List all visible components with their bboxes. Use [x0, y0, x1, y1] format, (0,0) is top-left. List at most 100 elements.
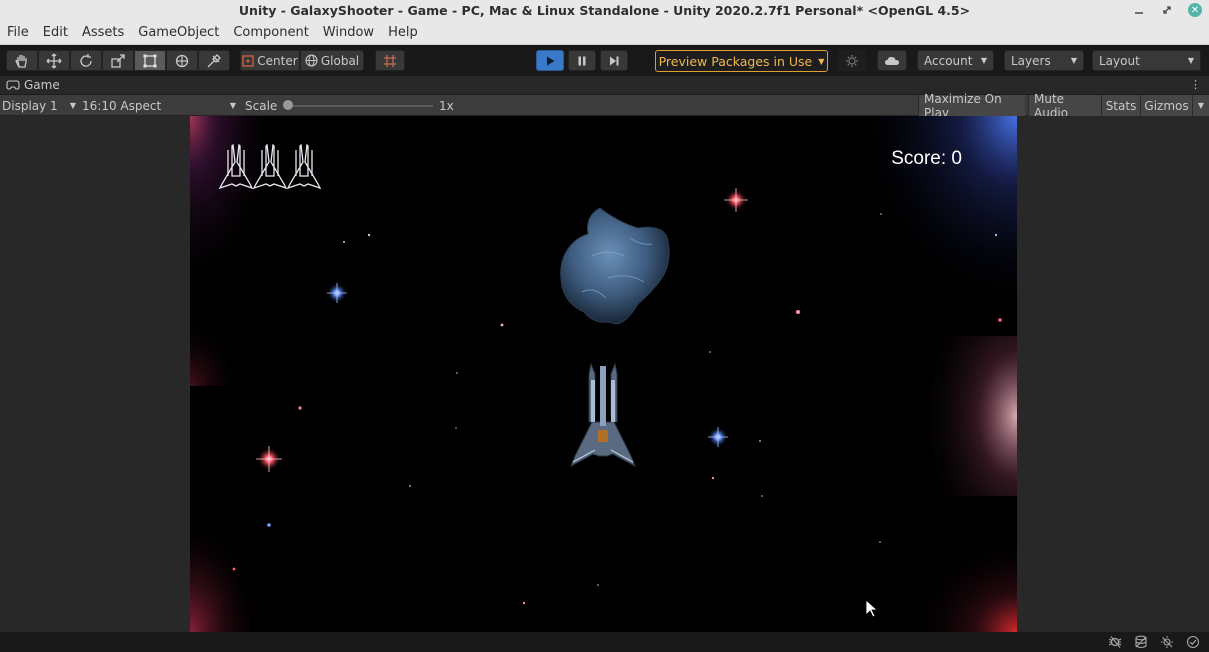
cache-server-icon[interactable] [1131, 632, 1151, 652]
slider-track [287, 105, 433, 107]
window-title: Unity - GalaxyShooter - Game - PC, Mac &… [238, 2, 971, 18]
nebula-left [190, 316, 240, 386]
custom-tool-icon [207, 53, 221, 67]
gizmos-dropdown[interactable]: ▼ [1192, 95, 1209, 116]
gizmos-toggle[interactable]: Gizmos [1140, 95, 1192, 116]
play-icon [547, 56, 555, 65]
scale-label: Scale [245, 98, 278, 113]
stats-toggle[interactable]: Stats [1101, 95, 1140, 116]
asteroid [560, 207, 670, 325]
pivot-icon [242, 54, 254, 67]
layout-dropdown[interactable]: Layout ▼ [1092, 50, 1201, 71]
window-controls: ✕ [1125, 0, 1209, 20]
layers-label: Layers [1011, 53, 1051, 68]
rotate-tool-button[interactable] [70, 50, 102, 71]
status-bar [0, 632, 1209, 652]
debug-icon[interactable] [1105, 632, 1125, 652]
nebula-bottom-left [190, 516, 260, 632]
rect-tool-button[interactable] [134, 50, 166, 71]
auto-generate-lighting-icon[interactable] [1157, 632, 1177, 652]
gamepad-icon [6, 80, 20, 90]
restore-icon[interactable] [1153, 0, 1181, 20]
game-tab-bar: Game ⋮ [0, 76, 1209, 95]
minimize-icon[interactable] [1125, 0, 1153, 20]
bright-star-4 [256, 446, 282, 472]
step-icon [610, 56, 619, 65]
chevron-down-icon: ▼ [1197, 101, 1205, 110]
account-dropdown[interactable]: Account ▼ [917, 50, 994, 71]
chevron-down-icon: ▼ [980, 56, 987, 65]
hand-tool-button[interactable] [6, 50, 38, 71]
aspect-dropdown[interactable]: 16:10 Aspect ▼ [82, 95, 236, 116]
account-label: Account [924, 53, 973, 68]
mute-audio-toggle[interactable]: Mute Audio [1028, 92, 1101, 120]
mouse-cursor-icon [865, 599, 879, 618]
scale-icon [111, 53, 125, 68]
game-view-bar: Display 1 ▼ 16:10 Aspect ▼ Scale 1x Maxi… [0, 92, 1209, 120]
custom-tool-button[interactable] [198, 50, 230, 71]
aspect-label: 16:10 Aspect [82, 98, 162, 113]
menu-bar: File Edit Assets GameObject Component Wi… [0, 20, 1209, 45]
cloud-button[interactable] [877, 50, 907, 71]
nebula-top-left [190, 116, 280, 296]
move-icon [46, 53, 62, 68]
pause-icon [578, 56, 586, 65]
step-button[interactable] [600, 50, 628, 71]
space-label: Global [320, 53, 360, 68]
menu-edit[interactable]: Edit [36, 20, 75, 45]
maximize-on-play-toggle[interactable]: Maximize On Play [918, 92, 1025, 120]
hand-icon [15, 54, 27, 68]
nebula-top-right [850, 116, 1017, 316]
transform-tool-button[interactable] [166, 50, 198, 71]
rotate-icon [80, 53, 92, 67]
layers-dropdown[interactable]: Layers ▼ [1004, 50, 1084, 71]
chevron-down-icon: ▼ [1070, 56, 1077, 65]
chevron-down-icon: ▼ [818, 56, 825, 66]
move-tool-button[interactable] [38, 50, 70, 71]
bright-star-1 [327, 283, 347, 303]
chevron-down-icon: ▼ [69, 101, 76, 110]
check-circle-icon[interactable] [1183, 632, 1203, 652]
menu-window[interactable]: Window [316, 20, 381, 45]
rect-icon [143, 54, 157, 67]
slider-thumb[interactable] [283, 100, 293, 110]
menu-gameobject[interactable]: GameObject [131, 20, 226, 45]
kebab-menu-icon[interactable]: ⋮ [1190, 79, 1201, 90]
menu-help[interactable]: Help [381, 20, 425, 45]
game-scene [190, 116, 1017, 632]
menu-component[interactable]: Component [226, 20, 315, 45]
pause-button[interactable] [568, 50, 596, 71]
play-button[interactable] [536, 50, 564, 71]
scale-value: 1x [439, 98, 454, 113]
tab-game[interactable]: Game [0, 78, 60, 92]
services-button[interactable] [838, 50, 866, 71]
score-text: Score: 0 [891, 148, 962, 169]
window-titlebar: Unity - GalaxyShooter - Game - PC, Mac &… [0, 0, 1209, 20]
transform-icon [175, 54, 189, 67]
pivot-label: Center [257, 53, 298, 68]
life-icon-3 [286, 143, 322, 190]
grid-snap-button[interactable] [375, 50, 405, 71]
chevron-down-icon: ▼ [1187, 56, 1194, 65]
display-label: Display 1 [2, 98, 58, 113]
menu-file[interactable]: File [0, 20, 36, 45]
scale-slider[interactable] [283, 95, 433, 116]
pivot-center-button[interactable]: Center [240, 50, 300, 71]
globe-icon [305, 54, 318, 67]
nebula-bottom-right [910, 536, 1017, 632]
menu-assets[interactable]: Assets [75, 20, 131, 45]
display-dropdown[interactable]: Display 1 ▼ [2, 95, 76, 116]
grid-snap-icon [384, 54, 396, 67]
pivot-space-button[interactable]: Global [300, 50, 364, 71]
game-viewport[interactable]: Score: 0 [190, 116, 1017, 632]
services-icon [846, 54, 858, 67]
player-ship [570, 362, 636, 468]
tab-game-label: Game [24, 78, 60, 92]
close-button[interactable]: ✕ [1181, 0, 1209, 20]
tool-group [6, 50, 230, 71]
bright-star-3 [708, 427, 728, 447]
nebula-right [917, 336, 1017, 496]
scale-tool-button[interactable] [102, 50, 134, 71]
preview-packages-button[interactable]: Preview Packages in Use ▼ [655, 50, 828, 72]
bright-star-2 [724, 188, 748, 212]
